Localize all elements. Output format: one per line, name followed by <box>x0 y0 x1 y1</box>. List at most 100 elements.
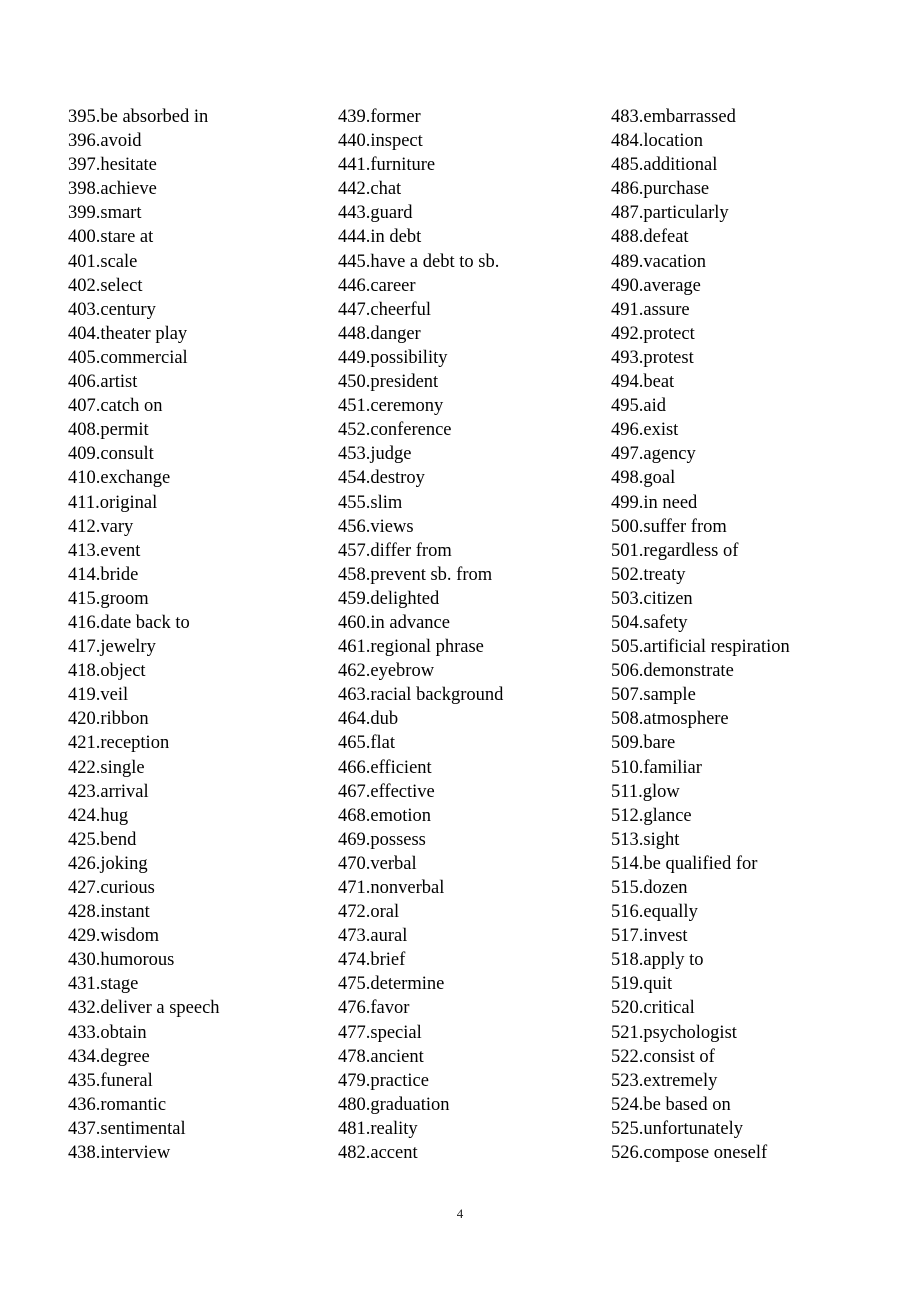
vocabulary-entry: 503.citizen <box>611 588 693 609</box>
vocabulary-entry: 434.degree <box>68 1046 150 1067</box>
vocabulary-entry: 526.compose oneself <box>611 1143 768 1164</box>
vocabulary-entry: 474.brief <box>338 950 406 971</box>
vocabulary-entry: 400.stare at <box>68 227 154 248</box>
vocabulary-entry: 524.be based on <box>611 1094 731 1115</box>
vocabulary-entry: 440.inspect <box>338 131 423 152</box>
vocabulary-entry: 452.conference <box>338 420 452 441</box>
vocabulary-entry: 446.career <box>338 275 416 296</box>
vocabulary-entry: 480.graduation <box>338 1094 450 1115</box>
vocabulary-entry: 423.arrival <box>68 781 149 802</box>
vocabulary-entry: 435.funeral <box>68 1070 153 1091</box>
vocabulary-entry: 441.furniture <box>338 155 436 176</box>
vocabulary-entry: 513.sight <box>611 829 680 850</box>
vocabulary-entry: 396.avoid <box>68 131 142 152</box>
vocabulary-entry: 490.average <box>611 275 701 296</box>
vocabulary-entry: 495.aid <box>611 396 666 417</box>
vocabulary-entry: 439.former <box>338 107 421 127</box>
vocabulary-entry: 404.theater play <box>68 323 188 344</box>
vocabulary-entry: 407.catch on <box>68 396 163 417</box>
vocabulary-entry: 497.agency <box>611 444 696 465</box>
vocabulary-entry: 453.judge <box>338 444 412 465</box>
vocabulary-entry: 457.differ from <box>338 540 452 561</box>
vocabulary-entry: 494.beat <box>611 372 675 393</box>
vocabulary-entry: 493.protest <box>611 347 694 368</box>
vocabulary-entry: 489.vacation <box>611 251 707 272</box>
vocabulary-entry: 463.racial background <box>338 685 504 706</box>
vocabulary-entry: 466.efficient <box>338 757 432 778</box>
vocabulary-entry: 467.effective <box>338 781 435 802</box>
vocabulary-entry: 428.instant <box>68 902 150 923</box>
vocabulary-entry: 476.favor <box>338 998 410 1019</box>
vocabulary-entry: 427.curious <box>68 878 155 898</box>
vocabulary-entry: 444.in debt <box>338 227 422 248</box>
vocabulary-content: 395.be absorbed in 396.avoid 397.hesitate 3… <box>0 105 920 1165</box>
vocabulary-entry: 482.accent <box>338 1143 418 1164</box>
vocabulary-entry: 425.bend <box>68 829 137 850</box>
vocabulary-entry: 502.treaty <box>611 564 686 585</box>
vocabulary-entry: 418.object <box>68 661 146 682</box>
vocabulary-entry: 412.vary <box>68 516 134 537</box>
document-page: 395.be absorbed in 396.avoid 397.hesitate 3… <box>0 0 920 1302</box>
vocabulary-entry: 521.psychologist <box>611 1022 737 1043</box>
vocabulary-entry: 520.critical <box>611 998 695 1019</box>
vocabulary-entry: 397.hesitate <box>68 155 157 176</box>
vocabulary-entry: 455.slim <box>338 492 403 513</box>
vocabulary-entry: 491.assure <box>611 299 690 320</box>
vocabulary-column-1: 395.be absorbed in 396.avoid 397.hesitate 3… <box>0 105 270 1165</box>
vocabulary-entry: 492.protect <box>611 323 695 344</box>
vocabulary-entry: 442.chat <box>338 179 402 200</box>
vocabulary-entry: 454.destroy <box>338 468 425 489</box>
vocabulary-entry: 399.smart <box>68 203 142 224</box>
vocabulary-entry: 460.in advance <box>338 612 450 633</box>
vocabulary-entry: 469.possess <box>338 829 426 850</box>
vocabulary-entry: 464.dub <box>338 709 399 730</box>
vocabulary-entry: 518.apply to <box>611 950 704 971</box>
vocabulary-entry: 461.regional phrase <box>338 637 484 658</box>
vocabulary-entry: 422.single <box>68 757 145 778</box>
vocabulary-entry: 504.safety <box>611 612 688 633</box>
vocabulary-entry: 478.ancient <box>338 1046 424 1067</box>
vocabulary-entry: 414.bride <box>68 564 139 585</box>
vocabulary-entry: 488.defeat <box>611 227 689 248</box>
vocabulary-entry: 398.achieve <box>68 179 157 200</box>
vocabulary-entry: 483.embarrassed <box>611 107 736 127</box>
vocabulary-entry: 522.consist of <box>611 1046 715 1067</box>
vocabulary-entry: 417.jewelry <box>68 637 156 658</box>
vocabulary-entry: 507.sample <box>611 685 696 706</box>
vocabulary-entry: 479.practice <box>338 1070 429 1091</box>
vocabulary-entry: 449.possibility <box>338 347 448 368</box>
vocabulary-column-3: 483.embarrassed 484.location 485.additiona… <box>543 105 920 1165</box>
vocabulary-entry: 519.quit <box>611 974 673 995</box>
vocabulary-entry: 484.location <box>611 131 703 152</box>
vocabulary-entry: 500.suffer from <box>611 516 727 537</box>
vocabulary-entry: 471.nonverbal <box>338 878 445 898</box>
vocabulary-entry: 515.dozen <box>611 878 688 898</box>
vocabulary-entry: 481.reality <box>338 1118 418 1139</box>
vocabulary-entry: 445.have a debt to sb. <box>338 251 500 272</box>
vocabulary-entry: 498.goal <box>611 468 676 489</box>
vocabulary-entry: 395.be absorbed in <box>68 107 209 127</box>
vocabulary-entry: 431.stage <box>68 974 139 995</box>
vocabulary-entry: 430.humorous <box>68 950 175 971</box>
vocabulary-entry: 506.demonstrate <box>611 661 734 682</box>
vocabulary-entry: 448.danger <box>338 323 421 344</box>
vocabulary-entry: 501.regardless of <box>611 540 739 561</box>
vocabulary-entry: 496.exist <box>611 420 679 441</box>
vocabulary-entry: 420.ribbon <box>68 709 149 730</box>
vocabulary-entry: 410.exchange <box>68 468 171 489</box>
vocabulary-entry: 436.romantic <box>68 1094 167 1115</box>
vocabulary-entry: 477.special <box>338 1022 422 1043</box>
vocabulary-entry: 485.additional <box>611 155 718 176</box>
vocabulary-entry: 508.atmosphere <box>611 709 729 730</box>
vocabulary-entry: 451.ceremony <box>338 396 444 417</box>
vocabulary-entry: 416.date back to <box>68 612 190 633</box>
vocabulary-entry: 438.interview <box>68 1143 171 1164</box>
vocabulary-entry: 486.purchase <box>611 179 710 200</box>
vocabulary-entry: 405.commercial <box>68 347 188 368</box>
vocabulary-entry: 413.event <box>68 540 141 561</box>
vocabulary-entry: 517.invest <box>611 926 688 947</box>
vocabulary-entry: 443.guard <box>338 203 413 224</box>
vocabulary-entry: 409.consult <box>68 444 154 465</box>
vocabulary-entry: 523.extremely <box>611 1070 718 1091</box>
vocabulary-entry: 421.reception <box>68 733 170 754</box>
